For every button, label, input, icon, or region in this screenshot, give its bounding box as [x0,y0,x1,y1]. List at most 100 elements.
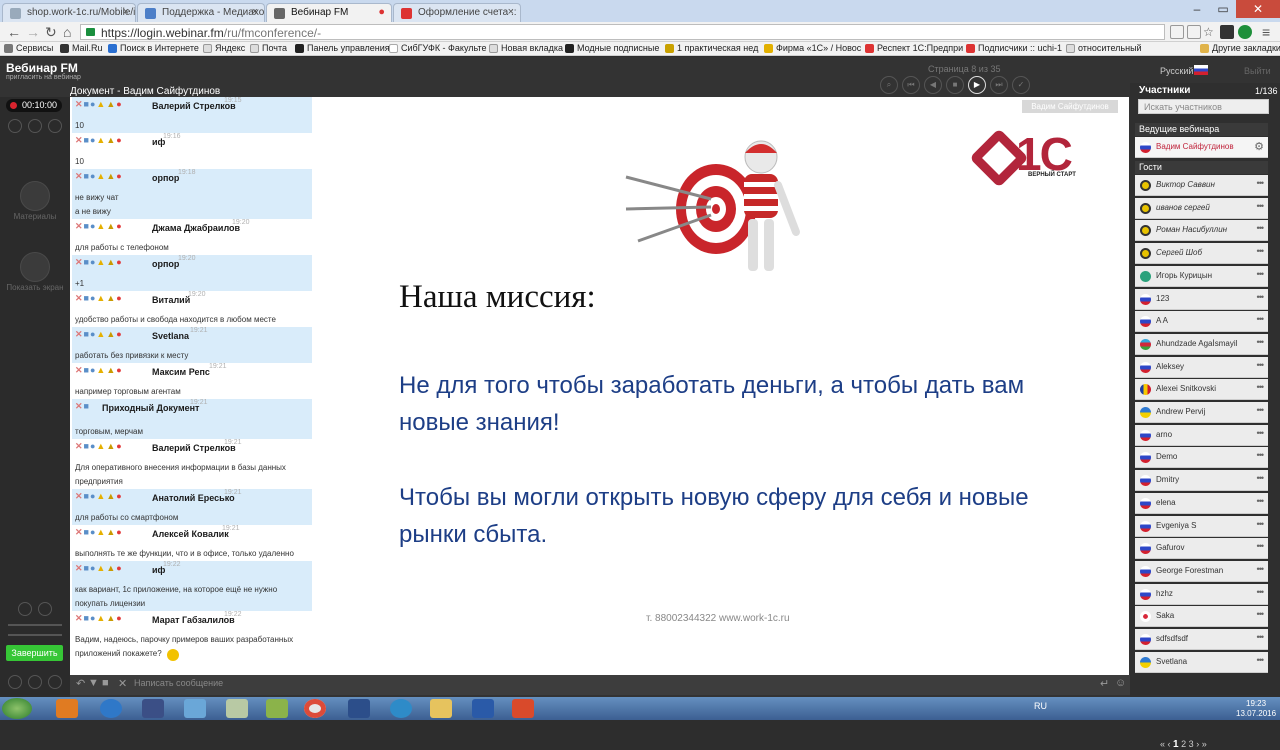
menu-icon[interactable]: ≡ [1262,24,1270,40]
guest-row[interactable]: Saka ••• [1135,606,1268,628]
chat-message-input[interactable]: Написать сообщение [134,678,223,688]
last-page-link[interactable]: » [1202,739,1207,749]
next-page-link[interactable]: › [1196,739,1199,749]
share-screen-button[interactable] [20,252,50,282]
maximize-icon[interactable]: ▭ [1210,0,1236,18]
message-actions[interactable]: ✕■●▲▲● [75,441,123,452]
reply-icon[interactable]: ↶ [76,677,85,690]
clear-icon[interactable]: ✕ [118,677,127,690]
more-options-icon[interactable]: ••• [1257,178,1265,188]
more-options-icon[interactable]: ••• [1257,292,1265,302]
message-actions[interactable]: ✕■●▲▲● [75,329,123,340]
guest-row[interactable]: Demo ••• [1135,447,1268,469]
bookmark-item[interactable]: Mail.Ru [60,43,103,53]
more-options-icon[interactable]: ••• [1257,360,1265,370]
more-options-icon[interactable]: ••• [1257,450,1265,460]
upload-icon[interactable] [38,602,52,616]
star-icon[interactable]: ☆ [1203,24,1214,40]
emoji-icon[interactable]: ☺ [1115,677,1126,689]
guest-row[interactable]: Alexei Snitkovski ••• [1135,379,1268,401]
home-icon[interactable]: ⌂ [63,24,71,40]
message-actions[interactable]: ✕■●▲▲● [75,257,123,268]
guest-row[interactable]: Ahundzade Agaİsmayil ••• [1135,333,1268,355]
more-options-icon[interactable]: ••• [1257,223,1265,233]
pause-icon[interactable] [8,119,22,133]
message-actions[interactable]: ✕■●▲▲● [75,563,123,574]
volume-slider[interactable] [8,624,62,626]
guest-row[interactable]: Evgeniya S ••• [1135,515,1268,537]
info-icon[interactable] [48,675,62,689]
more-options-icon[interactable]: ••• [1257,541,1265,551]
bookmark-item[interactable]: Подписчики :: uchi-1 [966,43,1062,53]
send-icon[interactable]: ↵ [1100,677,1109,690]
location-icon[interactable] [18,602,32,616]
prev-page-icon[interactable]: ◀ [924,76,942,94]
exit-button[interactable]: Выйти [1244,66,1271,76]
guest-row[interactable]: иванов сергей ••• [1135,197,1268,219]
word-icon[interactable] [472,699,494,718]
prev-page-link[interactable]: ‹ [1168,739,1171,749]
guest-row[interactable]: Игорь Курицын ••• [1135,265,1268,287]
host-row[interactable]: Вадим Сайфутдинов ⚙ [1135,137,1268,158]
bookmark-item[interactable]: Сервисы [4,43,53,53]
guest-row[interactable]: Svetlana ••• [1135,651,1268,673]
more-options-icon[interactable]: ••• [1257,428,1265,438]
guest-row[interactable]: George Forestman ••• [1135,560,1268,582]
bookmark-item[interactable]: относительный [1066,43,1142,53]
more-options-icon[interactable]: ••• [1257,632,1265,642]
media-player-icon[interactable] [56,699,78,718]
bookmark-item[interactable]: Респект 1С:Предпри [865,43,963,53]
forward-icon[interactable]: → [26,24,40,40]
extension-icon[interactable] [1220,25,1234,39]
more-options-icon[interactable]: ••• [1257,473,1265,483]
message-actions[interactable]: ✕■●▲▲● [75,527,123,538]
message-actions[interactable]: ✕■●▲▲● [75,613,123,624]
more-options-icon[interactable]: ••• [1257,655,1265,665]
minimize-icon[interactable]: – [1184,0,1210,18]
more-options-icon[interactable]: ••• [1257,587,1265,597]
more-options-icon[interactable]: ••• [1257,564,1265,574]
guest-row[interactable]: Роман Насибуллин ••• [1135,220,1268,242]
page-link[interactable]: 1 [1173,739,1179,750]
bookmark-item[interactable]: 1 практическая нед [665,43,758,53]
guest-row[interactable]: elena ••• [1135,492,1268,514]
guest-row[interactable]: Сергей Шоб ••• [1135,243,1268,265]
language-selector[interactable]: Русский [1160,66,1193,76]
lock-icon[interactable]: ■ [102,677,109,689]
more-options-icon[interactable]: ••• [1257,609,1265,619]
settings-icon[interactable] [28,119,42,133]
more-options-icon[interactable]: ••• [1257,519,1265,529]
chrome-icon[interactable] [304,699,326,718]
back-icon[interactable]: ← [7,24,21,40]
filter-icon[interactable]: ▼ [88,677,99,689]
app-icon[interactable] [512,699,534,718]
link-icon[interactable] [28,675,42,689]
bookmark-item[interactable]: Новая вкладка [489,43,563,53]
more-options-icon[interactable]: ••• [1257,496,1265,506]
save-disk-icon[interactable] [142,699,164,718]
more-options-icon[interactable]: ••• [1257,314,1265,324]
close-tab-icon[interactable]: × [123,6,129,18]
bookmark-item[interactable]: Почта [250,43,287,53]
materials-button[interactable] [20,181,50,211]
first-page-icon[interactable]: ⏮ [902,76,920,94]
folder-icon[interactable] [430,699,452,718]
guest-row[interactable]: arno ••• [1135,424,1268,446]
reload-icon[interactable]: ↻ [45,24,57,40]
browser-tab-3[interactable]: Вебинар FM ● [266,3,392,22]
skype-icon[interactable] [390,699,412,718]
bookmark-item[interactable]: Поиск в Интернете [108,43,199,53]
settings-icon[interactable] [8,675,22,689]
page-icon[interactable] [1170,25,1184,39]
app-icon[interactable] [348,699,370,718]
message-actions[interactable]: ✕■●▲▲● [75,293,123,304]
extension-icon[interactable] [1187,25,1201,39]
message-actions[interactable]: ✕■●▲▲● [75,99,123,110]
message-actions[interactable]: ✕■●▲▲● [75,135,123,146]
guest-row[interactable]: Gafurov ••• [1135,538,1268,560]
guest-row[interactable]: hzhz ••• [1135,583,1268,605]
zoom-icon[interactable]: ⌕ [880,76,898,94]
guest-row[interactable]: Виктор Саввин ••• [1135,175,1268,196]
mic-slider[interactable] [8,634,62,636]
clock[interactable]: 19:23 13.07.2016 [1236,699,1276,719]
